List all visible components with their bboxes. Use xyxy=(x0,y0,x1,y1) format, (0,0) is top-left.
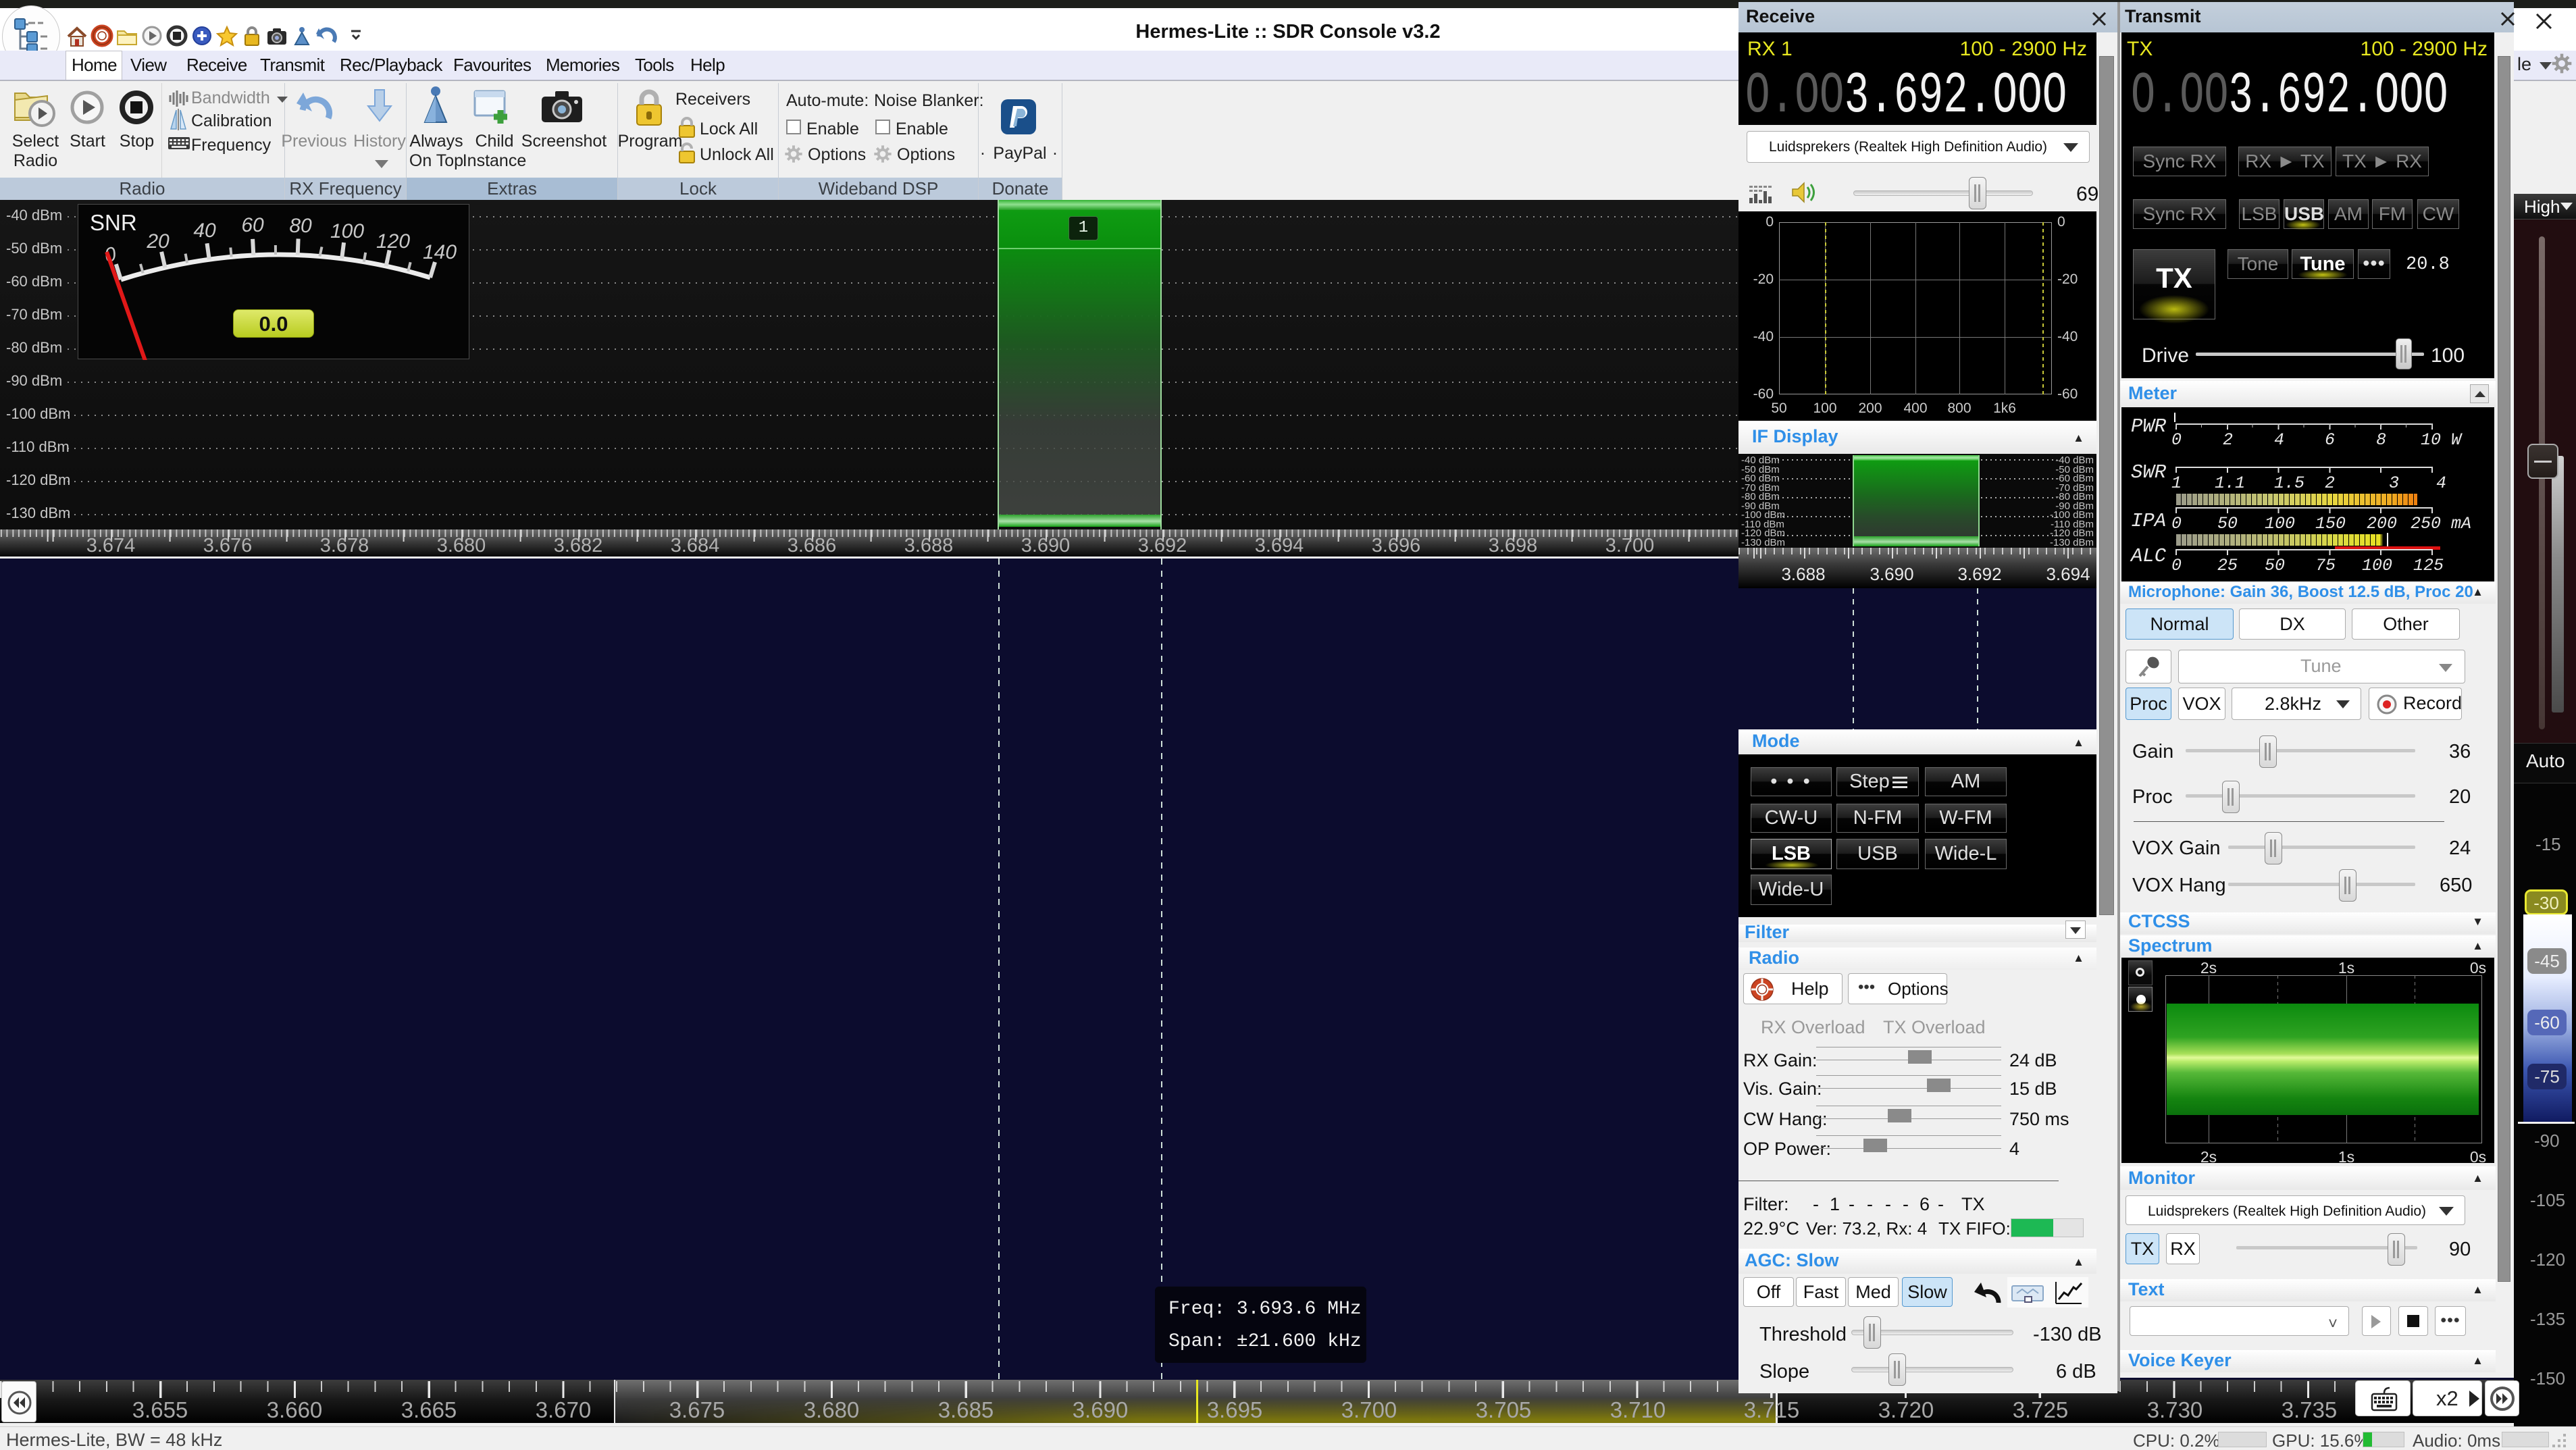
svg-text:80: 80 xyxy=(289,215,312,237)
svg-text:100: 100 xyxy=(330,220,364,242)
svg-text:20: 20 xyxy=(146,230,170,253)
svg-text:60: 60 xyxy=(241,214,264,236)
svg-text:120: 120 xyxy=(376,230,410,253)
svg-text:40: 40 xyxy=(193,219,216,242)
svg-text:140: 140 xyxy=(423,241,457,263)
